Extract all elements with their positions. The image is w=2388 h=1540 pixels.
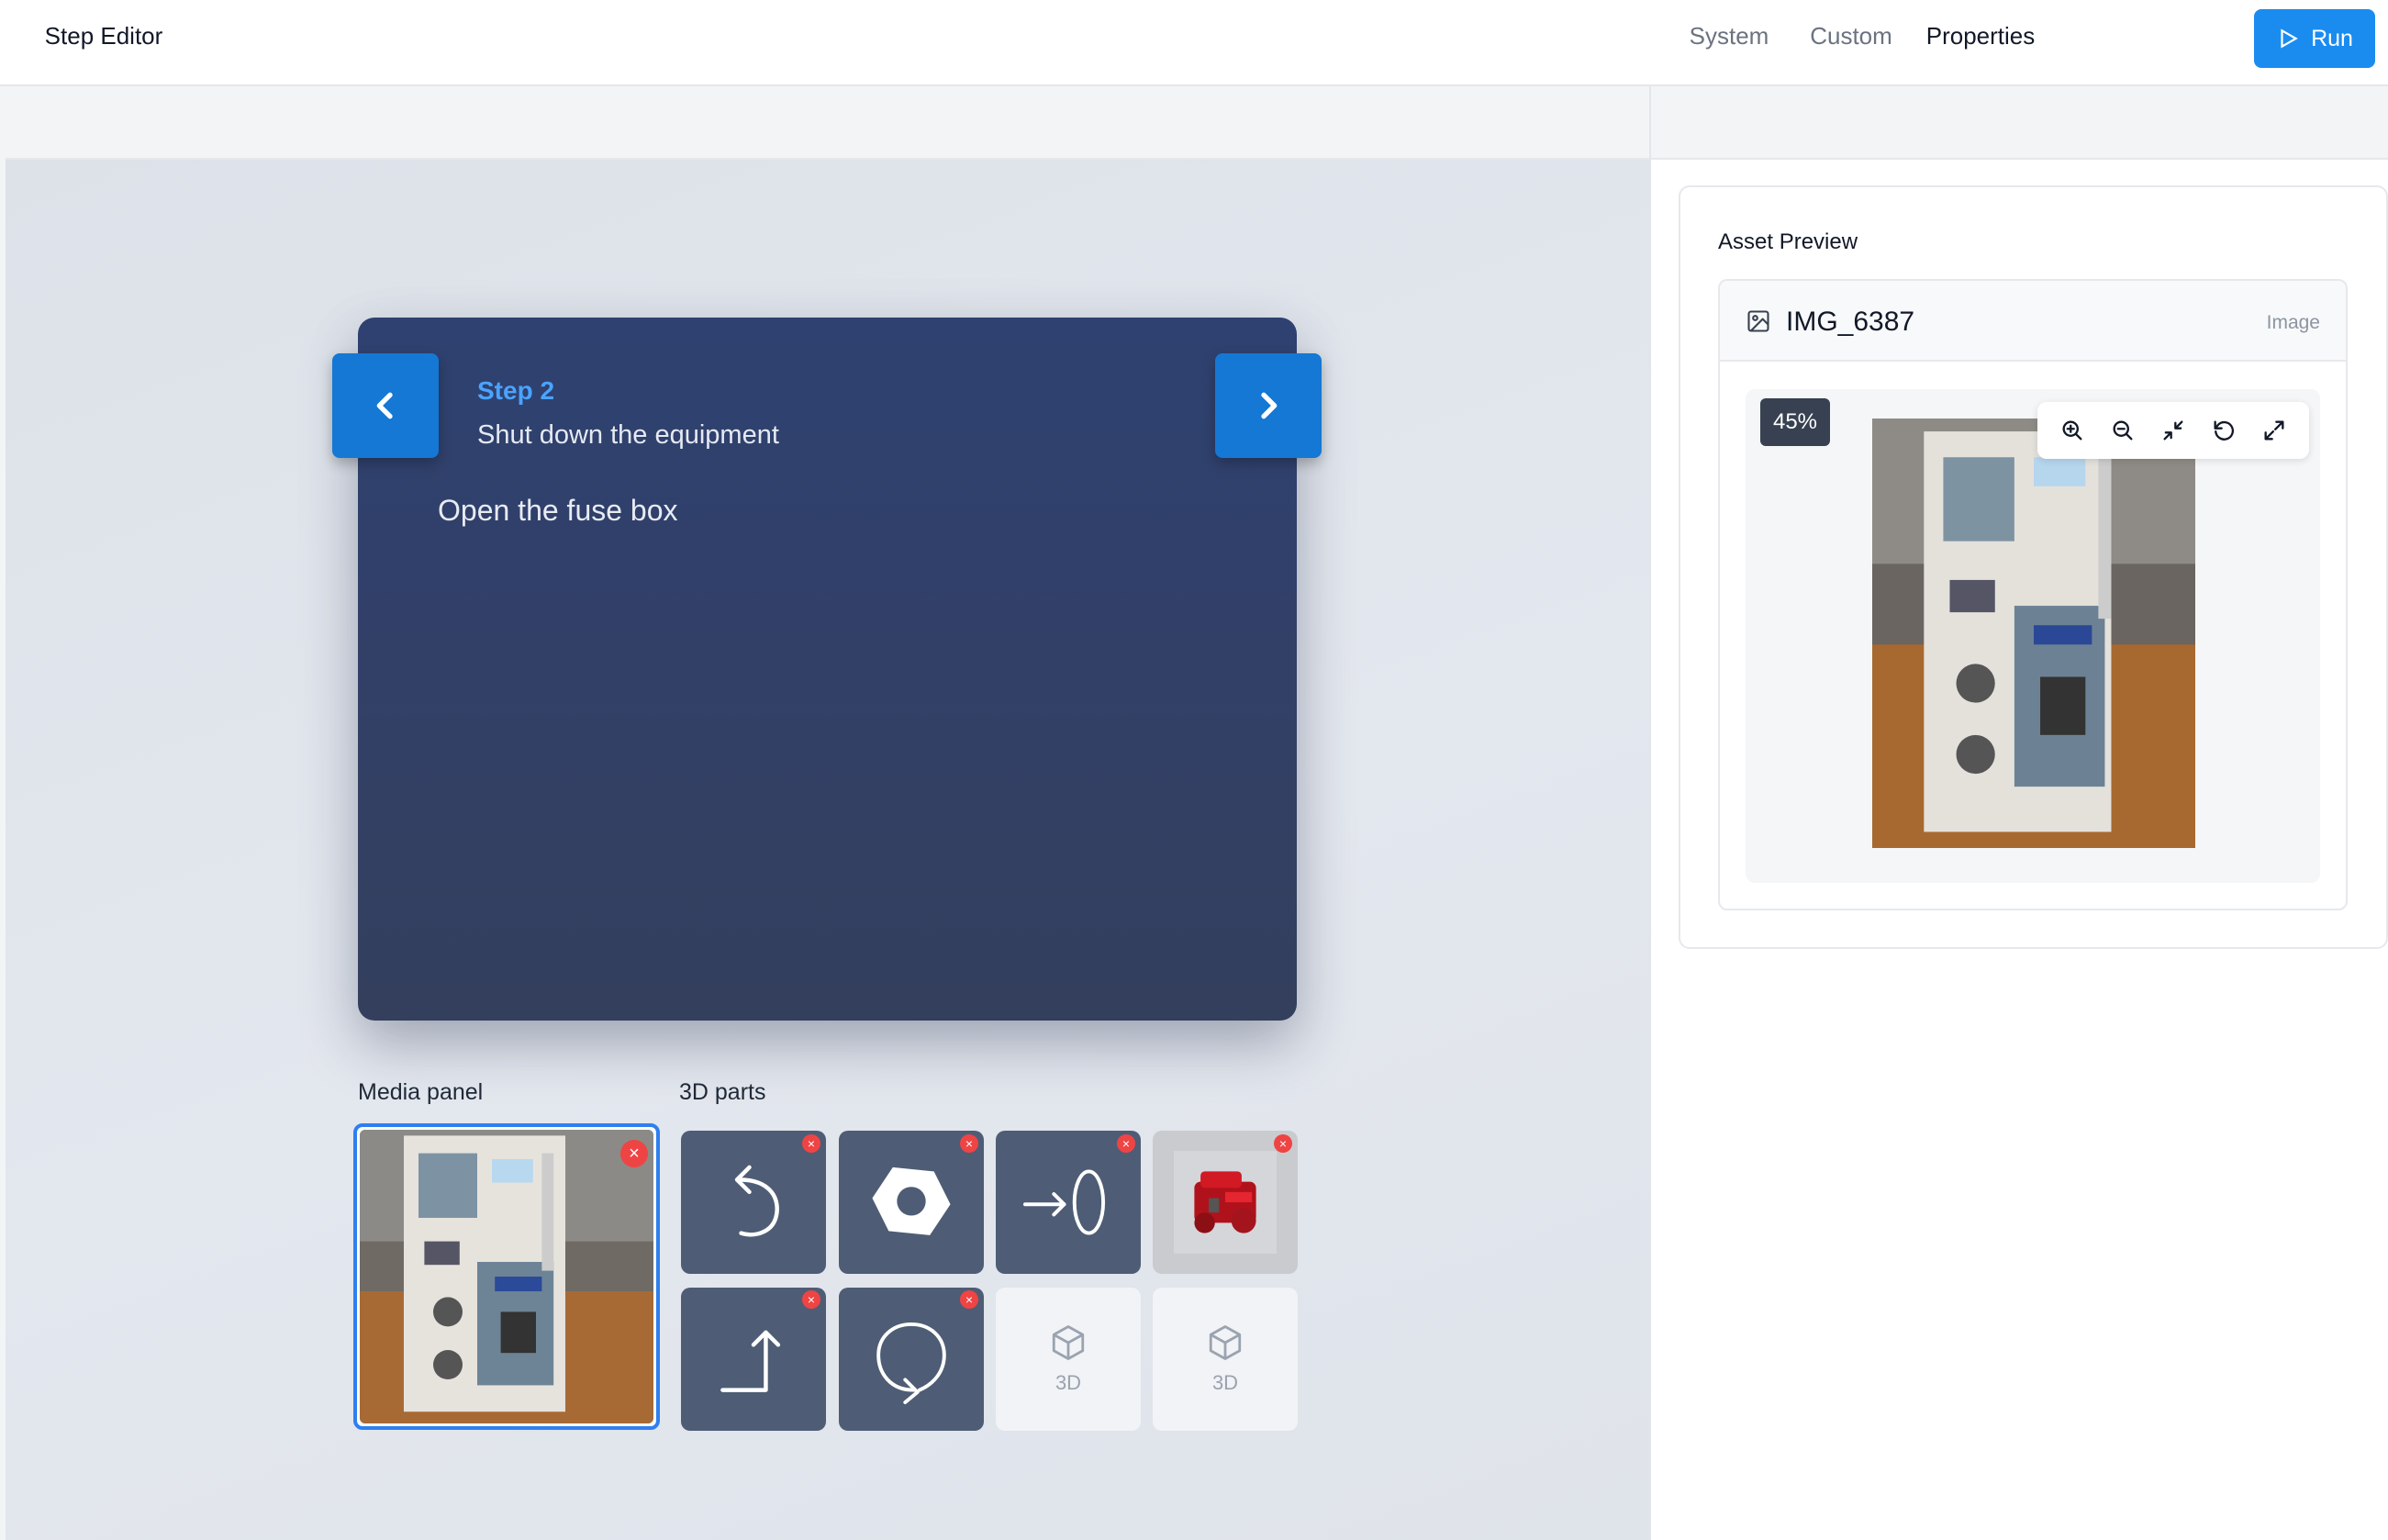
step-number: Step 2 [477,376,555,405]
preview-toolbar [2037,402,2309,459]
next-step-button[interactable] [1215,353,1322,458]
tab-properties[interactable]: Properties [1907,9,2054,62]
asset-header: IMG_6387 Image [1720,281,2346,362]
remove-part-button[interactable]: × [802,1134,820,1153]
chevron-right-icon [1261,392,1278,419]
undo-arrow-icon [734,1165,779,1237]
remove-part-button[interactable]: × [1274,1134,1292,1153]
tab-system[interactable]: System [1683,9,1775,62]
tab-custom[interactable]: Custom [1801,9,1902,62]
collapse-icon [2163,420,2183,441]
expand-icon [2264,420,2284,441]
fuse-box-photo [1872,418,2195,848]
rotate-ccw-icon [2214,420,2235,441]
zoom-out-icon [2113,420,2133,441]
media-thumbnail[interactable] [353,1123,660,1430]
asset-type: Image [2266,312,2320,333]
play-icon [2281,28,2298,49]
properties-tab-bar [1651,86,2388,160]
run-label: Run [2311,25,2353,51]
zoom-level-badge: 45% [1760,398,1830,446]
fit-to-view-button[interactable] [2158,415,2189,446]
zoom-out-button[interactable] [2107,415,2138,446]
previous-step-button[interactable] [332,353,439,458]
remove-part-button[interactable]: × [1117,1134,1135,1153]
hex-nut-icon [872,1166,951,1235]
fullscreen-button[interactable] [2259,415,2290,446]
up-arrow-icon [720,1330,781,1392]
remove-media-button[interactable]: × [620,1140,648,1167]
part-tile[interactable] [681,1288,826,1431]
cube-icon [1209,1325,1242,1360]
step-instruction: Open the fuse box [438,494,678,527]
tab-step-editor[interactable]: Step Editor [26,9,182,62]
rotate-arrow-icon [876,1322,946,1404]
asset-name: IMG_6387 [1786,307,1915,337]
fuse-box-photo [360,1130,653,1423]
part-tile[interactable] [681,1131,826,1274]
part-tile[interactable] [839,1288,984,1431]
part-tile-placeholder[interactable]: 3D [1153,1288,1298,1431]
part-placeholder-label: 3D [1055,1371,1082,1394]
part-tile[interactable] [996,1131,1141,1274]
media-panel-label: Media panel [358,1079,484,1105]
editor-tab-bar [0,86,1650,160]
asset-preview-heading: Asset Preview [1718,229,1858,254]
cube-icon [1052,1325,1085,1360]
remove-part-button[interactable]: × [802,1290,820,1309]
chevron-left-icon [376,392,393,419]
parts-panel-label: 3D parts [679,1079,766,1105]
zoom-in-button[interactable] [2057,415,2088,446]
remove-part-button[interactable]: × [960,1290,978,1309]
part-tile-placeholder[interactable]: 3D [996,1288,1141,1431]
reset-rotation-button[interactable] [2208,415,2239,446]
remove-part-button[interactable]: × [960,1134,978,1153]
zoom-in-icon [2062,420,2082,441]
part-tile[interactable] [839,1131,984,1274]
part-placeholder-label: 3D [1211,1371,1239,1394]
arrow-to-ring-icon [1023,1169,1106,1235]
run-button[interactable]: Run [2254,9,2375,68]
engine-icon [1174,1151,1277,1254]
part-tile[interactable] [1153,1131,1298,1274]
image-icon [1747,310,1769,332]
panel-divider[interactable] [1649,86,1651,1540]
asset-preview-image[interactable] [1872,418,2195,848]
step-title: Shut down the equipment [477,420,779,450]
